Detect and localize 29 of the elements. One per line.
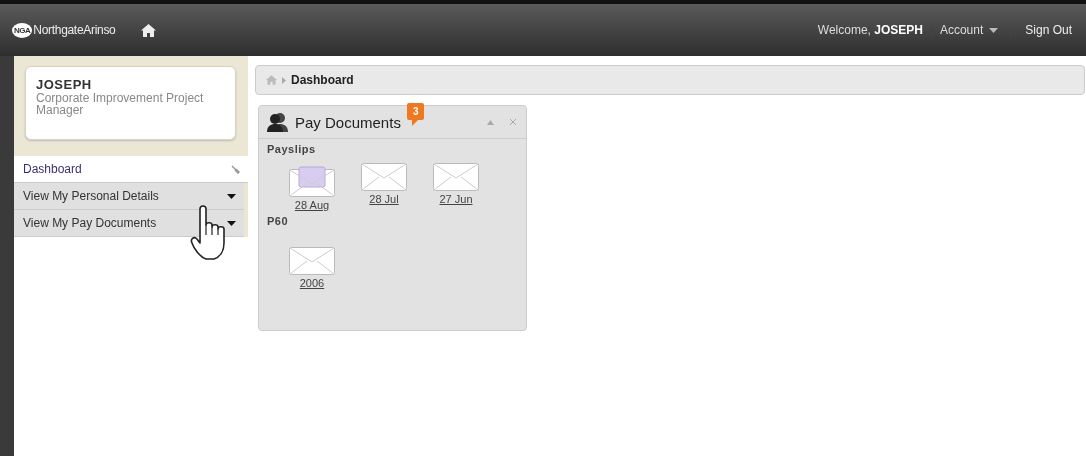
document-link[interactable]: 2006	[299, 277, 325, 289]
sidebar-item[interactable]: View My Pay Documents	[14, 210, 244, 237]
home-icon[interactable]	[140, 23, 156, 37]
account-menu[interactable]: Account	[930, 23, 1011, 37]
document-link[interactable]: 27 Jun	[439, 193, 473, 205]
collapse-icon[interactable]	[487, 119, 494, 125]
chevron-icon	[282, 76, 286, 84]
sidebar-item[interactable]: Dashboard	[14, 156, 248, 183]
wrench-icon[interactable]	[231, 164, 240, 174]
document-link[interactable]: 28 Jul	[369, 193, 399, 205]
envelope-icon[interactable]	[289, 245, 335, 275]
envelope-icon[interactable]	[433, 161, 479, 191]
people-icon	[267, 112, 289, 132]
document-link[interactable]: 28 Aug	[294, 199, 330, 211]
caret-icon[interactable]	[227, 220, 236, 226]
section-heading: Payslips	[267, 143, 317, 155]
profile-name: JOSEPH	[36, 77, 93, 92]
close-icon[interactable]	[510, 119, 516, 125]
breadcrumb-item[interactable]: Dashboard	[291, 73, 354, 87]
company-logo: NGA NorthgateArinso	[12, 22, 116, 38]
sign-out-link[interactable]: Sign Out	[1010, 23, 1072, 37]
envelope-icon[interactable]	[361, 161, 407, 191]
profile-role: Corporate Improvement Project Manager	[36, 92, 205, 116]
section-heading: P60	[267, 215, 290, 227]
welcome-text: Welcome, JOSEPH	[817, 23, 924, 37]
sidebar-item[interactable]: View My Personal Details	[14, 183, 244, 210]
caret-icon	[989, 27, 999, 33]
widget-title: Pay Documents	[295, 113, 401, 131]
caret-icon[interactable]	[227, 193, 236, 199]
